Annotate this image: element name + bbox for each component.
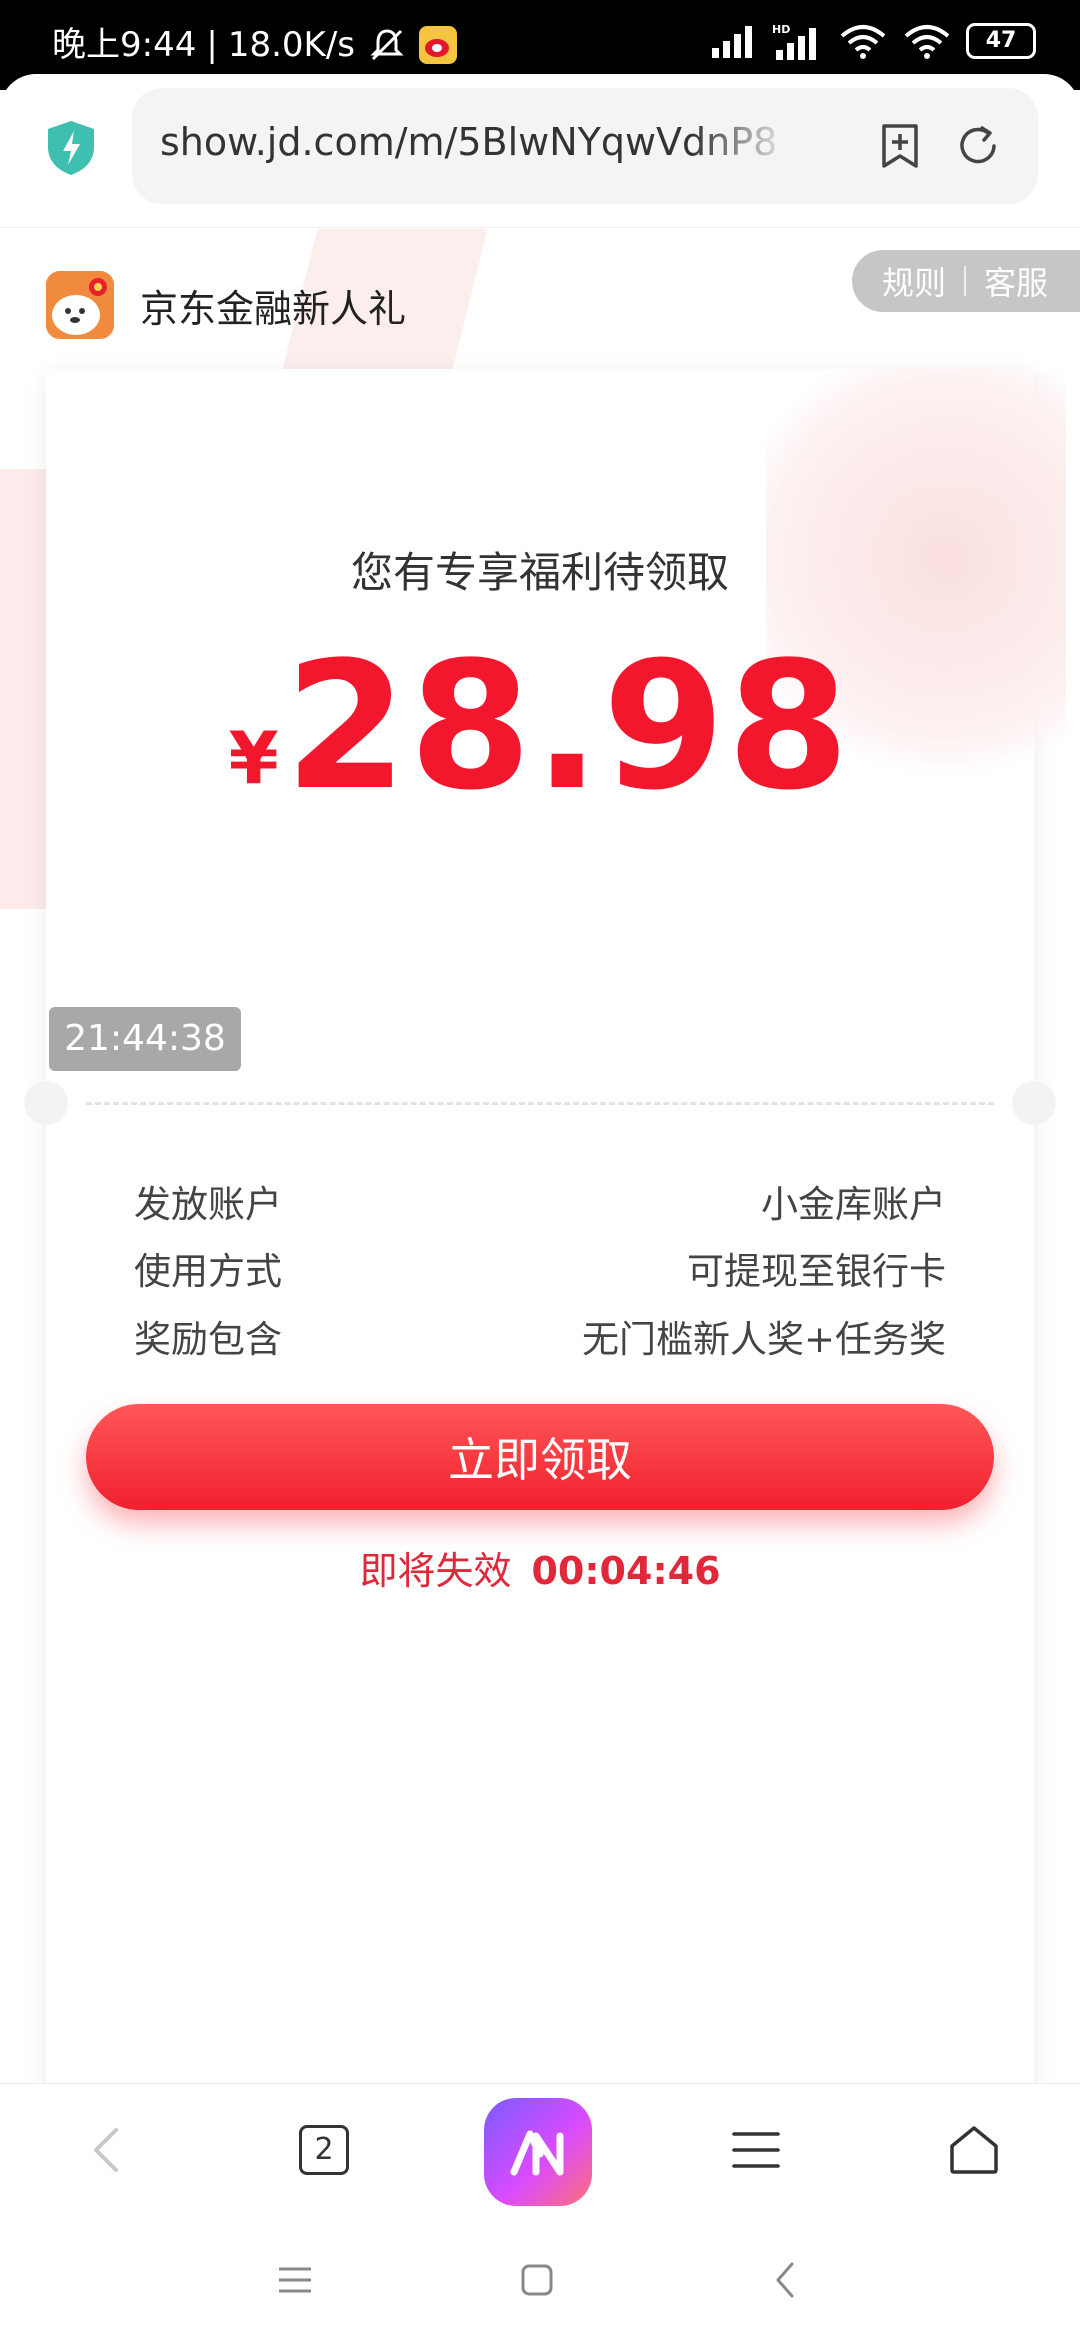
network-speed: 18.0K/s — [227, 25, 355, 65]
web-page: 京东金融新人礼 规则 客服 您有专享福利待领取 ¥28.98 21:44:38 … — [0, 229, 1080, 2083]
hamburger-menu-icon — [732, 2132, 780, 2168]
reward-amount: ¥28.98 — [46, 624, 1034, 829]
status-time: 晚上9:44 — [52, 25, 197, 65]
countdown-timer: 00:04:46 — [531, 1549, 721, 1593]
status-separator: | — [206, 25, 218, 65]
system-home-button[interactable] — [512, 2255, 562, 2305]
status-right: HD 47 — [710, 22, 1036, 60]
square-home-icon — [521, 2264, 553, 2296]
rules-service-pill: 规则 客服 — [852, 250, 1080, 312]
back-button[interactable] — [68, 2112, 144, 2188]
pill-divider — [964, 266, 967, 296]
browser-bottom-nav: 2 — [0, 2083, 1080, 2213]
reward-headline: 您有专享福利待领取 — [350, 548, 729, 597]
expire-countdown: 即将失效 00:04:46 — [46, 1540, 1034, 1595]
time-badge: 21:44:38 — [49, 1007, 241, 1071]
address-bar[interactable]: show.jd.com/m/5BlwNYqwVdnP8 — [132, 88, 1038, 204]
detail-label: 奖励包含 — [134, 1318, 282, 1361]
battery-indicator: 47 — [966, 23, 1036, 59]
detail-row: 发放账户 小金库账户 — [134, 1174, 946, 1228]
menu-button[interactable] — [718, 2112, 794, 2188]
ticket-notch-right — [1012, 1081, 1056, 1125]
status-left: 晚上9:44 | 18.0K/s — [52, 20, 457, 70]
jd-finance-logo — [46, 271, 114, 339]
detail-value: 无门槛新人奖+任务奖 — [581, 1318, 946, 1361]
detail-row: 使用方式 可提现至银行卡 — [134, 1241, 946, 1295]
svg-text:HD: HD — [772, 23, 790, 36]
system-back-icon — [776, 2262, 794, 2298]
detail-label: 发放账户 — [134, 1183, 282, 1226]
detail-label: 使用方式 — [134, 1250, 282, 1293]
wifi-2-icon — [904, 25, 950, 59]
detail-row: 奖励包含 无门槛新人奖+任务奖 — [134, 1309, 946, 1363]
detail-value: 可提现至银行卡 — [687, 1250, 946, 1293]
ai-assistant-button[interactable] — [484, 2098, 592, 2206]
rules-link[interactable]: 规则 — [882, 258, 946, 304]
weibo-icon — [419, 26, 457, 64]
system-back-button[interactable] — [760, 2255, 810, 2305]
logo-graphic — [46, 271, 114, 339]
reward-card: 您有专享福利待领取 ¥28.98 21:44:38 发放账户 小金库账户 使用方… — [24, 369, 1066, 2083]
hd-signal-icon: HD — [772, 23, 816, 60]
expire-label: 即将失效 — [359, 1549, 512, 1593]
ai-logo-icon — [510, 2130, 564, 2176]
url-text[interactable]: show.jd.com/m/5BlwNYqwVdnP8 — [160, 120, 780, 164]
wifi-icon — [840, 25, 886, 59]
claim-now-button[interactable]: 立即领取 — [86, 1404, 994, 1510]
detail-value: 小金库账户 — [761, 1183, 946, 1226]
brand-name: 京东金融新人礼 — [140, 286, 407, 331]
amount-value: 28.98 — [284, 624, 852, 829]
recents-icon — [279, 2267, 311, 2293]
refresh-icon[interactable] — [952, 120, 1004, 172]
signal-icon — [712, 26, 752, 58]
tabs-button[interactable]: 2 — [286, 2112, 362, 2188]
recent-apps-button[interactable] — [270, 2255, 320, 2305]
browser-toolbar: show.jd.com/m/5BlwNYqwVdnP8 — [0, 74, 1080, 228]
system-nav-bar — [0, 2213, 1080, 2340]
customer-service-link[interactable]: 客服 — [984, 258, 1048, 304]
url-fade — [692, 108, 792, 184]
brand-header: 京东金融新人礼 — [46, 271, 406, 339]
home-button[interactable] — [936, 2112, 1012, 2188]
chevron-left-icon — [94, 2128, 118, 2172]
add-bookmark-icon[interactable] — [874, 120, 926, 172]
mute-bell-icon — [370, 29, 404, 61]
security-shield-icon[interactable] — [44, 119, 98, 177]
dashed-divider — [86, 1102, 994, 1105]
ticket-notch-left — [24, 1081, 68, 1125]
home-icon — [950, 2126, 998, 2174]
tab-count: 2 — [299, 2125, 349, 2175]
currency-symbol: ¥ — [228, 716, 279, 800]
